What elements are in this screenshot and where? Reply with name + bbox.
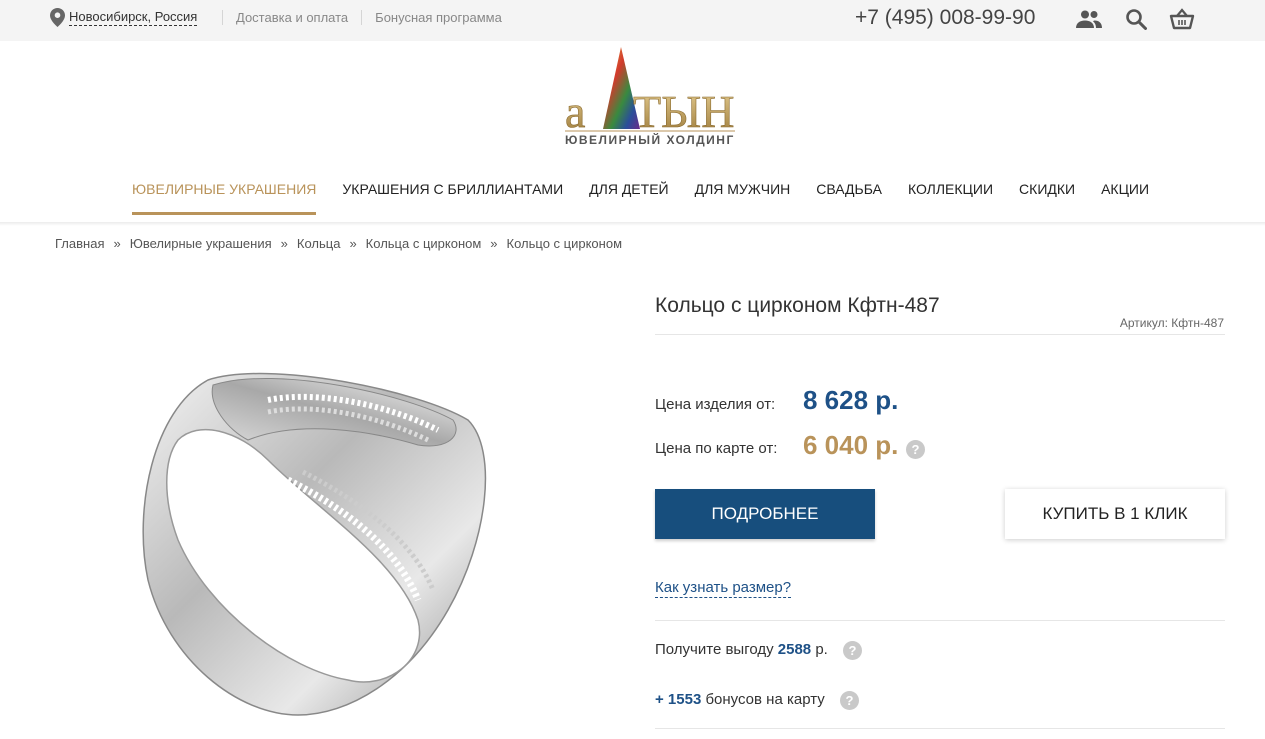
nav-item-men[interactable]: ДЛЯ МУЖЧИН [695,180,791,215]
card-price-label: Цена по карте от: [655,440,778,457]
divider [655,728,1225,729]
breadcrumb-rings[interactable]: Кольца [297,236,341,251]
nav-divider [0,222,1265,226]
phone-number[interactable]: +7 (495) 008-99-90 [855,6,1035,30]
benefit-text: Получите выгоду 2588 р. [655,641,828,658]
bonus-help-icon[interactable]: ? [840,691,859,710]
city-name[interactable]: Новосибирск, Россия [69,9,198,26]
benefit-suffix: р. [811,641,828,658]
product-title: Кольцо с цирконом Кфтн-487 [655,294,940,317]
bonus-program-link[interactable]: Бонусная программа [361,10,515,25]
account-icon[interactable] [1075,6,1103,32]
cart-icon[interactable] [1168,6,1196,32]
top-bar: Новосибирск, Россия Доставка и оплата Бо… [0,0,1265,41]
nav-item-wedding[interactable]: СВАДЬБА [816,180,882,215]
nav-item-collections[interactable]: КОЛЛЕКЦИИ [908,180,993,215]
product-image[interactable] [118,360,498,730]
size-help-link[interactable]: Как узнать размер? [655,579,792,598]
breadcrumb-separator: » [349,236,357,251]
bonus-text: + 1553 бонусов на карту [655,691,825,708]
breadcrumb-separator: » [280,236,288,251]
price-label: Цена изделия от: [655,396,776,413]
breadcrumb: Главная » Ювелирные украшения » Кольца »… [55,236,622,251]
breadcrumb-separator: » [113,236,121,251]
price-value: 8 628 р. [803,385,899,415]
benefit-value: 2588 [777,641,812,658]
nav-item-kids[interactable]: ДЛЯ ДЕТЕЙ [589,180,668,215]
logo-subtitle: ЮВЕЛИРНЫЙ ХОЛДИНГ [565,133,735,147]
breadcrumb-separator: » [490,236,498,251]
nav-item-diamonds[interactable]: УКРАШЕНИЯ С БРИЛЛИАНТАМИ [342,180,563,215]
benefit-prefix: Получите выгоду [655,641,778,658]
search-icon[interactable] [1122,6,1150,32]
card-price-help-icon[interactable]: ? [906,440,925,459]
nav-item-promotions[interactable]: АКЦИИ [1101,180,1149,215]
breadcrumb-jewelry[interactable]: Ювелирные украшения [130,236,272,251]
bonus-value: + 1553 [655,691,702,708]
svg-text:ТЫН: ТЫН [633,86,734,137]
buy-one-click-button[interactable]: КУПИТЬ В 1 КЛИК [1005,489,1225,539]
nav-item-discounts[interactable]: СКИДКИ [1019,180,1075,215]
breadcrumb-current: Кольцо с цирконом [506,236,623,251]
svg-text:а: а [565,86,585,137]
breadcrumb-home[interactable]: Главная [55,236,104,251]
breadcrumb-zircon-rings[interactable]: Кольца с цирконом [366,236,482,251]
product-sku: Артикул: Кфтн-487 [1119,316,1224,330]
main-nav: ЮВЕЛИРНЫЕ УКРАШЕНИЯ УКРАШЕНИЯ С БРИЛЛИАН… [132,180,1175,215]
location-pin-icon [50,8,65,27]
location-selector[interactable]: Новосибирск, Россия [50,8,198,27]
card-price-value: 6 040 р. [803,430,899,460]
details-button[interactable]: ПОДРОБНЕЕ [655,489,875,539]
divider [655,620,1225,621]
bonus-suffix: бонусов на карту [701,691,825,708]
nav-item-jewelry[interactable]: ЮВЕЛИРНЫЕ УКРАШЕНИЯ [132,180,317,215]
benefit-help-icon[interactable]: ? [843,641,862,660]
title-divider [655,334,1225,335]
delivery-link[interactable]: Доставка и оплата [222,10,361,25]
top-links: Доставка и оплата Бонусная программа [222,10,515,25]
